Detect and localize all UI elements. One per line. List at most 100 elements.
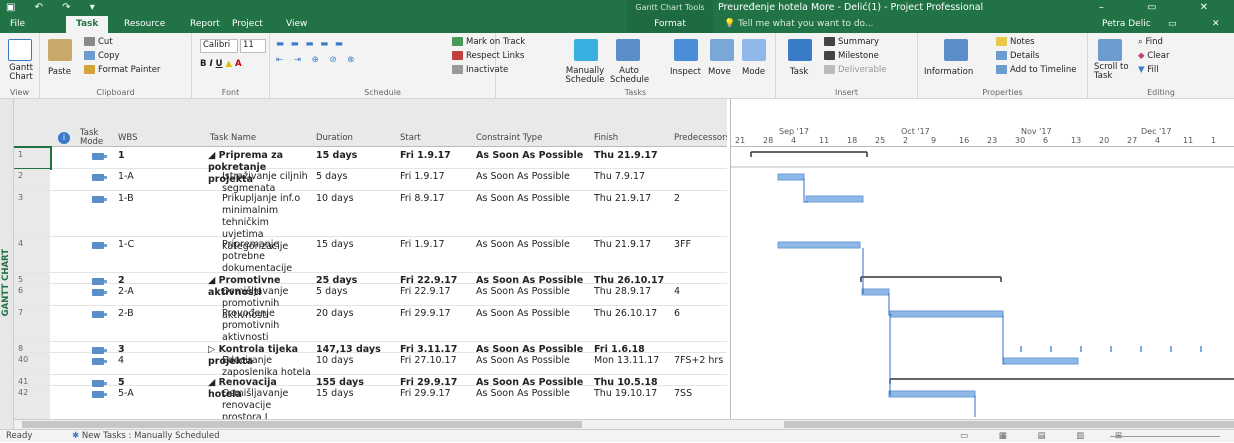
cell-constraint[interactable]: As Soon As Possible [476, 150, 583, 162]
tab-report[interactable]: Report [190, 16, 220, 33]
duration-column-header[interactable]: Duration [316, 133, 353, 143]
cell-pred[interactable]: 6 [674, 308, 680, 320]
scrollbar-thumb[interactable] [22, 421, 582, 428]
cell-name[interactable]: Osmišljavanje renovacije prostora I uvođ… [222, 388, 312, 419]
cell-id[interactable]: 6 [14, 284, 50, 305]
indent-link-buttons[interactable]: ⇤ ⇥ ⊕ ⊘ ⊗ [276, 55, 358, 65]
format-painter-button[interactable]: Format Painter [84, 65, 160, 75]
cell-constraint[interactable]: As Soon As Possible [476, 308, 570, 320]
table-row[interactable]: 7 2-B Provođenje promotivnih aktivnosti 20 … [14, 306, 727, 343]
cell-finish[interactable]: Thu 21.9.17 [594, 239, 651, 251]
start-column-header[interactable]: Start [400, 133, 421, 143]
cell-start[interactable]: Fri 1.9.17 [400, 171, 470, 183]
window-controls[interactable]: – ▭ ✕ [1099, 0, 1228, 16]
cell-start[interactable]: Fri 1.9.17 [400, 150, 470, 162]
cell-constraint[interactable]: As Soon As Possible [476, 193, 570, 205]
table-row[interactable]: 40 4 Educiranje zaposlenika hotela 10 days F… [14, 353, 727, 378]
cell-id[interactable]: 42 [14, 386, 50, 419]
cell-duration[interactable]: 10 days [316, 355, 354, 367]
cell-id[interactable]: 2 [14, 169, 50, 190]
cell-finish[interactable]: Thu 7.9.17 [594, 171, 645, 183]
tab-file[interactable]: File [10, 16, 25, 33]
cell-duration[interactable]: 5 days [316, 286, 348, 298]
cell-finish[interactable]: Thu 21.9.17 [594, 150, 658, 162]
italic-button[interactable]: I [209, 59, 212, 69]
cell-start[interactable]: Fri 8.9.17 [400, 193, 470, 205]
table-row[interactable]: 5 2 ◢ Promotivne aktivnosti 25 days Fri 22.9… [14, 273, 727, 298]
notes-button[interactable]: Notes [996, 37, 1035, 47]
cell-wbs[interactable]: 1-B [118, 193, 134, 205]
table-row[interactable]: 42 5-A Osmišljavanje renovacije prostora I… [14, 386, 727, 419]
cell-pred[interactable]: 7SS [674, 388, 692, 400]
find-button[interactable]: ⌕ Find [1138, 37, 1163, 47]
cell-finish[interactable]: Mon 13.11.17 [594, 355, 659, 367]
table-row[interactable]: 8 3 ▷ Kontrola tijeka projekta 147,13 days F… [14, 342, 727, 367]
constraint-column-header[interactable]: Constraint Type [476, 133, 542, 143]
deliverable-button[interactable]: Deliverable [824, 65, 886, 75]
font-size-select[interactable]: 11 [240, 39, 266, 53]
cell-duration[interactable]: 10 days [316, 193, 354, 205]
cell-id[interactable]: 41 [14, 375, 50, 386]
add-to-timeline-button[interactable]: Add to Timeline [996, 65, 1077, 75]
wbs-column-header[interactable]: WBS [118, 133, 137, 143]
summary-button[interactable]: Summary [824, 37, 879, 47]
gantt-chart-icon[interactable] [8, 39, 32, 61]
tab-resource[interactable]: Resource [124, 16, 165, 33]
cell-finish[interactable]: Thu 19.10.17 [594, 388, 657, 400]
scroll-to-task-button[interactable]: Scroll to Task [1094, 63, 1134, 81]
cell-id[interactable]: 4 [14, 237, 50, 272]
cell-start[interactable]: Fri 27.10.17 [400, 355, 470, 367]
horizontal-scrollbar[interactable] [14, 419, 1234, 429]
table-row[interactable]: 41 5 ◢ Renovacija hotela 155 days Fri 29.9.1… [14, 375, 727, 400]
zoom-slider[interactable] [1110, 436, 1220, 437]
cell-id[interactable]: 1 [14, 146, 52, 170]
font-name-select[interactable]: Calibri [200, 39, 238, 53]
milestone-button[interactable]: Milestone [824, 51, 879, 61]
quick-access-toolbar[interactable]: ▣ ↶ ↷ ▾ [6, 2, 103, 13]
cell-id[interactable]: 7 [14, 306, 50, 341]
cell-wbs[interactable]: 5-A [118, 388, 134, 400]
cell-pred[interactable]: 4 [674, 286, 680, 298]
clear-button[interactable]: ◆ Clear [1138, 51, 1169, 61]
ribbon-display-icon[interactable]: ▭ [1168, 16, 1177, 33]
cell-finish[interactable]: Thu 28.9.17 [594, 286, 651, 298]
table-row[interactable]: 6 2-A Osmišljavanje promotivnih aktivnosti… [14, 284, 727, 321]
auto-schedule-button[interactable]: Auto Schedule [610, 67, 649, 85]
cell-start[interactable]: Fri 29.9.17 [400, 388, 470, 400]
cell-id[interactable]: 3 [14, 191, 50, 236]
chart-scrollbar-thumb[interactable] [784, 421, 1234, 428]
gantt-chart-button[interactable]: Gantt Chart [4, 64, 38, 82]
move-button[interactable]: Move [708, 67, 731, 77]
tab-task[interactable]: Task [66, 16, 109, 33]
details-button[interactable]: Details [996, 51, 1039, 61]
table-row[interactable]: 2 1-A Istraživanje ciljnih segmenata 5 days… [14, 169, 727, 194]
finish-column-header[interactable]: Finish [594, 133, 618, 143]
table-row[interactable]: 1 1 ◢ Priprema za pokretanje projekta 15 da… [14, 146, 727, 185]
cell-start[interactable]: Fri 1.9.17 [400, 239, 470, 251]
tab-view[interactable]: View [286, 16, 307, 33]
information-button[interactable]: Information [924, 67, 973, 77]
cell-wbs[interactable]: 2-A [118, 286, 134, 298]
font-color-icon[interactable]: A [235, 59, 242, 69]
inspect-button[interactable]: Inspect [670, 67, 701, 77]
cell-duration[interactable]: 20 days [316, 308, 354, 320]
cell-id[interactable]: 5 [14, 273, 50, 284]
table-row[interactable]: 3 1-B Prikupljanje inf.o minimalnim tehnič… [14, 191, 727, 252]
highlight-icon[interactable]: ▲ [225, 59, 232, 69]
cell-wbs[interactable]: 1-C [118, 239, 134, 251]
cell-duration[interactable]: 15 days [316, 150, 357, 162]
cell-pred[interactable]: 3FF [674, 239, 691, 251]
cell-wbs[interactable]: 1-A [118, 171, 134, 183]
cell-duration[interactable]: 15 days [316, 239, 354, 251]
predecessors-column-header[interactable]: Predecessors [674, 133, 727, 143]
cell-id[interactable]: 8 [14, 342, 50, 353]
copy-button[interactable]: Copy [84, 51, 120, 61]
cell-finish[interactable]: Thu 21.9.17 [594, 193, 651, 205]
cell-id[interactable]: 40 [14, 353, 50, 374]
task-name-column-header[interactable]: Task Name [210, 133, 256, 143]
cell-start[interactable]: Fri 22.9.17 [400, 286, 470, 298]
tab-format[interactable]: Format [627, 16, 713, 33]
info-column-header[interactable]: i [58, 132, 70, 144]
tab-project[interactable]: Project [232, 16, 263, 33]
cell-start[interactable]: Fri 29.9.17 [400, 308, 470, 320]
